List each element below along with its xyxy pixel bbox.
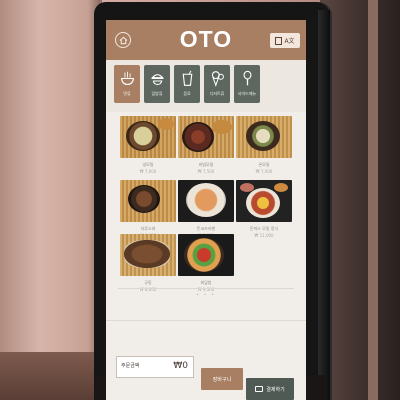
menu-item[interactable]: 돈까스 모밀 정식 ₩ 11,000 (236, 180, 292, 238)
category-label: 면류 (123, 91, 131, 96)
kiosk-side-panel (318, 10, 330, 400)
menu-item-name: 회덮밥 (200, 280, 212, 285)
menu-item-price: ₩ 7,500 (197, 169, 215, 174)
menu-photo (178, 116, 234, 158)
menu-item[interactable]: 돈코츠라멘 ₩ 8,500 (178, 180, 234, 238)
menu-item-price: ₩ 7,000 (139, 169, 157, 174)
menu-item-price: ₩ 11,000 (254, 233, 274, 238)
menu-item[interactable]: 비빔모밀 ₩ 7,500 (178, 116, 234, 174)
pay-button[interactable]: 결제하기 (246, 378, 294, 400)
pagination-divider (118, 288, 294, 289)
menu-item-name: 비빔모밀 (198, 162, 214, 167)
category-label: 사이드메뉴 (237, 91, 257, 96)
menu-item[interactable]: 회덮밥 ₩ 9,500 (178, 234, 234, 292)
wall-trim (368, 0, 378, 400)
menu-item-name: 규동 (144, 280, 152, 285)
language-label: A文 (284, 38, 295, 45)
menu-photo (236, 116, 292, 158)
order-total-label: 주문금액 (121, 363, 140, 369)
menu-photo (236, 180, 292, 222)
category-label: 덮밥류 (151, 91, 163, 96)
category-tab-rice[interactable]: 덮밥류 (144, 65, 170, 103)
spoon-icon (243, 70, 251, 86)
menu-item[interactable]: 규동 ₩ 8,000 (120, 234, 176, 292)
category-tab-dessert[interactable]: 디저트류 (204, 65, 230, 103)
category-label: 디저트류 (209, 91, 225, 96)
drink-cup-icon (182, 70, 192, 86)
concrete-pillar (0, 0, 100, 400)
menu-item-name: 돈까스 모밀 정식 (249, 226, 279, 231)
rice-bowl-icon (150, 74, 164, 85)
kiosk-screen: OTO A文 면류 덮밥류 음료 디저트류 사이드메뉴 냉모밀 ₩ 7,000 … (106, 20, 306, 400)
footer-divider (106, 320, 306, 321)
category-label: 음료 (183, 91, 191, 96)
cart-button-label: 장바구니 (212, 376, 232, 383)
menu-photo (178, 234, 234, 276)
cart-button[interactable]: 장바구니 (201, 368, 243, 390)
menu-photo (120, 180, 176, 222)
translate-icon (275, 36, 283, 45)
menu-item-name: 돈코츠라멘 (196, 226, 216, 231)
credit-card-icon (255, 386, 264, 392)
menu-item[interactable]: 자루소바 ₩ 8,000 (120, 180, 176, 238)
menu-item-name: 냉모밀 (142, 162, 154, 167)
noodle-bowl-icon (120, 71, 134, 86)
order-total-value: ₩0 (173, 361, 188, 371)
menu-photo (178, 180, 234, 222)
menu-item[interactable]: 냉모밀 ₩ 7,000 (120, 116, 176, 174)
right-wall (320, 0, 400, 400)
ice-cream-icon (211, 71, 224, 87)
category-tab-noodles[interactable]: 면류 (114, 65, 140, 103)
menu-item-name: 자루소바 (140, 226, 156, 231)
order-total-box: 주문금액 ₩0 (116, 356, 194, 378)
pagination-dots[interactable]: • • • (106, 292, 306, 297)
language-button[interactable]: A文 (270, 33, 300, 48)
menu-item[interactable]: 온모밀 ₩ 7,000 (236, 116, 292, 174)
menu-item-price: ₩ 7,000 (255, 169, 273, 174)
menu-item-name: 온모밀 (258, 162, 270, 167)
menu-photo (120, 234, 176, 276)
menu-photo (120, 116, 176, 158)
pay-button-label: 결제하기 (266, 386, 285, 393)
app-header: OTO A文 (106, 20, 306, 60)
category-tab-drinks[interactable]: 음료 (174, 65, 200, 103)
category-tab-sides[interactable]: 사이드메뉴 (234, 65, 260, 103)
